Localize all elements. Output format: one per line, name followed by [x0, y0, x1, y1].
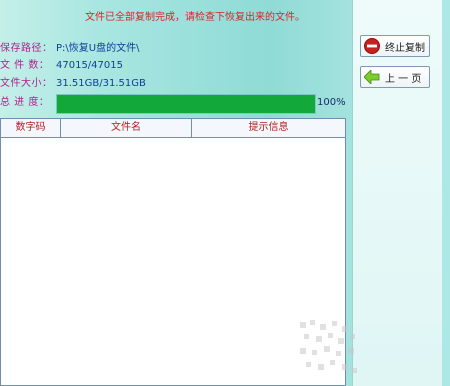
stop-copy-button[interactable]: 终止复制: [360, 35, 430, 57]
watermark-logo: [300, 320, 357, 373]
file-size-value: 31.51GB/31.51GB: [56, 78, 146, 89]
progress-bar: [56, 94, 316, 114]
save-path-value: P:\恢复U盘的文件\: [56, 43, 140, 54]
column-header-code[interactable]: 数字码: [1, 119, 61, 137]
column-header-filename[interactable]: 文件名: [61, 119, 192, 137]
side-panel: [352, 0, 444, 386]
window-edge-strip: [442, 0, 450, 386]
progress-percent: 100%: [317, 97, 346, 108]
table-header: 数字码 文件名 提示信息: [1, 119, 345, 138]
status-message: 文件已全部复制完成，请检查下恢复出来的文件。: [85, 12, 305, 23]
save-path-label: 保存路径：: [0, 43, 53, 54]
file-table[interactable]: 数字码 文件名 提示信息: [0, 118, 346, 386]
progress-label: 总 进 度：: [0, 97, 50, 108]
stop-copy-label: 终止复制: [385, 42, 425, 54]
prev-page-label: 上 一 页: [385, 73, 422, 85]
file-count-value: 47015/47015: [56, 60, 123, 71]
column-header-message[interactable]: 提示信息: [192, 119, 345, 137]
prev-page-button[interactable]: 上 一 页: [360, 66, 430, 88]
file-size-label: 文件大小：: [0, 78, 53, 89]
back-arrow-icon: [363, 68, 381, 86]
stop-icon: [363, 37, 381, 55]
file-count-label: 文 件 数：: [0, 60, 50, 71]
progress-fill: [57, 95, 315, 113]
